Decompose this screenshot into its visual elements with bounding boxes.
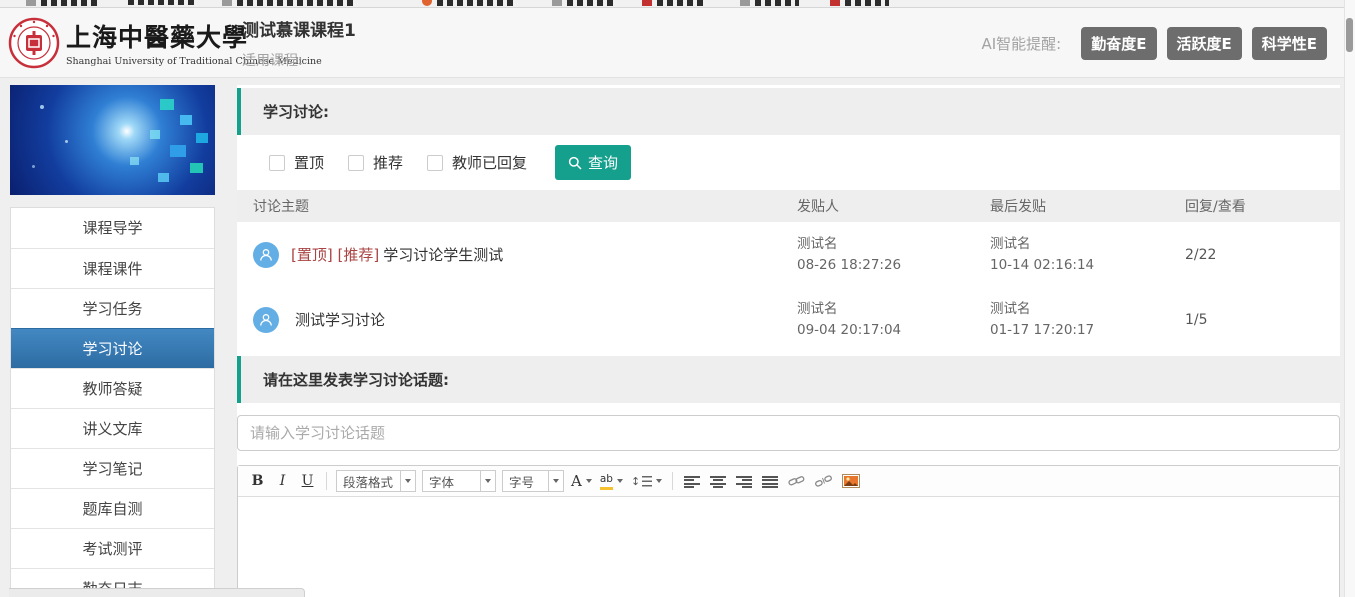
editor-toolbar: B I U 段落格式 字体 字号 A — [238, 466, 1339, 497]
discussion-table-header: 讨论主题 发贴人 最后发贴 回复/查看 — [237, 190, 1340, 222]
col-last-post: 最后发贴 — [990, 196, 1185, 216]
university-seal-icon — [8, 17, 60, 69]
sidebar-item-self-test[interactable]: 题库自测 — [11, 488, 214, 528]
last-post-cell: 测试名 01-17 17:20:17 — [990, 299, 1185, 341]
favicon — [552, 0, 562, 6]
italic-button[interactable]: I — [271, 470, 294, 493]
search-icon — [568, 156, 582, 170]
bold-button[interactable]: B — [246, 470, 269, 493]
chevron-down-icon — [548, 471, 563, 491]
diligence-badge[interactable]: 勤奋度E — [1081, 27, 1156, 60]
poster-cell: 测试名 08-26 18:27:26 — [797, 234, 990, 276]
insert-image-icon[interactable] — [842, 474, 860, 488]
favicon — [740, 0, 750, 6]
post-section-title: 请在这里发表学习讨论话题: — [263, 369, 449, 390]
favicon — [222, 0, 232, 6]
chevron-down-icon — [400, 471, 415, 491]
discussion-section-header: 学习讨论: — [237, 88, 1340, 135]
pinned-label: 置顶 — [294, 152, 324, 173]
page-scrollbar[interactable] — [1344, 0, 1355, 597]
sidebar-item-lecture-library[interactable]: 讲义文库 — [11, 408, 214, 448]
align-right-icon[interactable] — [736, 475, 752, 488]
replies-views-cell: 1/5 — [1185, 312, 1340, 328]
course-subtitle: 适用课程: — [242, 50, 356, 70]
sidebar-item-study-notes[interactable]: 学习笔记 — [11, 448, 214, 488]
favicon — [422, 0, 432, 6]
paragraph-format-select[interactable]: 段落格式 — [336, 470, 416, 492]
filter-recommended[interactable]: 推荐 — [348, 152, 403, 173]
topic-title-input[interactable] — [237, 415, 1340, 451]
user-avatar-icon — [253, 242, 279, 268]
font-size-select[interactable]: 字号 — [502, 470, 564, 492]
browser-status-bar — [9, 588, 305, 597]
line-height-icon: ↕ — [631, 475, 652, 488]
university-logo[interactable]: 上海中醫藥大學 Shanghai University of Tradition… — [8, 17, 232, 69]
recommended-label: 推荐 — [373, 152, 403, 173]
font-color-button[interactable]: A — [571, 472, 592, 490]
sidebar-item-teacher-qa[interactable]: 教师答疑 — [11, 368, 214, 408]
activity-badge[interactable]: 活跃度E — [1167, 27, 1242, 60]
topic-title[interactable]: 学习讨论学生测试 — [383, 246, 503, 264]
ai-reminder-area: AI智能提醒: 勤奋度E 活跃度E 科学性E — [982, 8, 1328, 78]
teacher-replied-label: 教师已回复 — [452, 152, 527, 173]
scrollbar-thumb[interactable] — [1346, 18, 1353, 52]
editor-content-area[interactable] — [238, 497, 1339, 597]
align-left-icon[interactable] — [684, 475, 700, 488]
pinned-checkbox[interactable] — [269, 155, 285, 171]
last-post-cell: 测试名 10-14 02:16:14 — [990, 234, 1185, 276]
chevron-down-icon — [480, 471, 495, 491]
favicon — [26, 0, 36, 6]
browser-bookmarks-bar[interactable] — [0, 0, 1355, 8]
sidebar-item-course-guide[interactable]: 课程导学 — [11, 208, 214, 248]
teacher-replied-checkbox[interactable] — [427, 155, 443, 171]
font-family-select[interactable]: 字体 — [422, 470, 496, 492]
remove-link-icon[interactable] — [815, 474, 832, 488]
sidebar-item-learning-tasks[interactable]: 学习任务 — [11, 288, 214, 328]
filter-teacher-replied[interactable]: 教师已回复 — [427, 152, 527, 173]
course-thumbnail — [10, 85, 215, 195]
sidebar-menu: 课程导学 课程课件 学习任务 学习讨论 教师答疑 讲义文库 学习笔记 题库自测 … — [10, 207, 215, 597]
col-poster: 发贴人 — [797, 196, 990, 216]
recommended-checkbox[interactable] — [348, 155, 364, 171]
col-replies-views: 回复/查看 — [1185, 196, 1340, 216]
scientific-badge[interactable]: 科学性E — [1252, 27, 1327, 60]
main-content: 学习讨论: 置顶 推荐 教师已回复 查询 — [237, 85, 1340, 597]
query-button-label: 查询 — [588, 152, 618, 173]
replies-views-cell: 2/22 — [1185, 247, 1340, 263]
align-center-icon[interactable] — [710, 475, 726, 488]
discussion-row[interactable]: 测试学习讨论 测试名 09-04 20:17:04 测试名 01-17 17:2… — [237, 287, 1340, 352]
favicon — [830, 0, 840, 6]
highlight-color-button[interactable]: ab — [600, 473, 623, 490]
sidebar-item-exam-evaluation[interactable]: 考试测评 — [11, 528, 214, 568]
ai-reminder-label: AI智能提醒: — [982, 33, 1062, 54]
underline-button[interactable]: U — [296, 470, 319, 493]
rich-text-editor: B I U 段落格式 字体 字号 A — [237, 465, 1340, 597]
sidebar-item-courseware[interactable]: 课程课件 — [11, 248, 214, 288]
user-avatar-icon — [253, 307, 279, 333]
topic-title[interactable]: 测试学习讨论 — [295, 311, 385, 329]
course-title: 测试慕课课程1 — [242, 16, 356, 41]
sidebar-item-discussion[interactable]: 学习讨论 — [11, 328, 214, 368]
filter-pinned[interactable]: 置顶 — [269, 152, 324, 173]
line-height-button[interactable]: ↕ — [631, 475, 662, 488]
app-header: 上海中醫藥大學 Shanghai University of Tradition… — [0, 8, 1355, 78]
topic-tags: [置顶] [推荐] — [291, 246, 379, 264]
discussion-section-title: 学习讨论: — [263, 101, 329, 122]
highlight-icon: ab — [600, 473, 613, 490]
poster-cell: 测试名 09-04 20:17:04 — [797, 299, 990, 341]
favicon — [642, 0, 652, 6]
align-justify-icon[interactable] — [762, 475, 778, 488]
query-button[interactable]: 查询 — [555, 145, 631, 180]
filter-row: 置顶 推荐 教师已回复 查询 — [237, 135, 1340, 190]
discussion-row[interactable]: [置顶] [推荐]学习讨论学生测试 测试名 08-26 18:27:26 测试名… — [237, 222, 1340, 287]
col-topic: 讨论主题 — [237, 196, 797, 216]
insert-link-icon[interactable] — [788, 474, 805, 488]
page: 上海中醫藥大學 Shanghai University of Tradition… — [0, 0, 1355, 597]
post-section-header: 请在这里发表学习讨论话题: — [237, 356, 1340, 403]
